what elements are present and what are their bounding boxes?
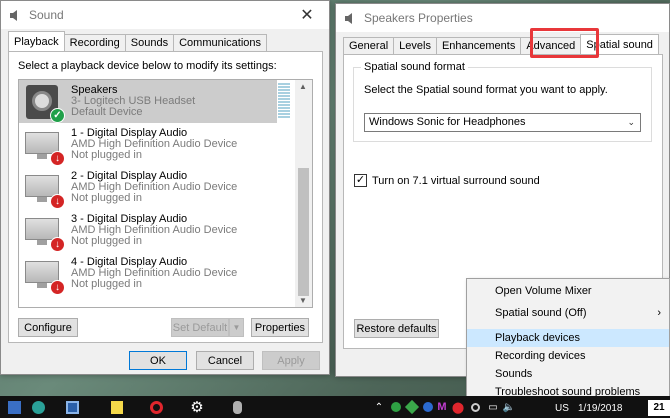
group-title: Spatial sound format <box>361 61 468 73</box>
chevron-down-icon: ⌄ <box>627 117 635 127</box>
close-button[interactable]: ✕ <box>285 1 329 29</box>
sound-titlebar[interactable]: Sound ✕ <box>1 1 329 29</box>
tray-app-icon[interactable]: ⬤ <box>449 398 467 416</box>
volume-icon[interactable]: 🔈 <box>500 398 518 416</box>
device-status: Not plugged in <box>71 235 142 247</box>
list-item[interactable]: ✓ Speakers 3- Logitech USB Headset Default … <box>19 80 277 123</box>
menu-recording-devices[interactable]: Recording devices <box>467 347 669 365</box>
device-status: Not plugged in <box>71 149 142 161</box>
monitor-device-icon: ↓ <box>24 126 65 166</box>
configure-button[interactable]: Configure <box>18 318 78 337</box>
level-meter <box>278 83 290 119</box>
spatial-sound-highlight <box>530 28 599 58</box>
device-list-scrollbar[interactable]: ▲ ▼ <box>295 80 312 307</box>
list-item[interactable]: ↓ 1 - Digital Display Audio AMD High Defin… <box>19 123 277 166</box>
unplugged-arrow-icon: ↓ <box>50 279 65 295</box>
spatial-format-group: Spatial sound format Select the Spatial … <box>353 61 652 142</box>
menu-spatial-sound-label: Spatial sound (Off) <box>495 307 587 319</box>
tab-recording[interactable]: Recording <box>63 34 126 52</box>
taskbar-app-icon[interactable] <box>5 398 23 416</box>
settings-icon[interactable]: ⚙ <box>188 398 206 416</box>
speakers-tabs: General Levels Enhancements Advanced Spa… <box>343 34 659 55</box>
set-default-button[interactable]: Set Default <box>171 318 229 337</box>
list-item[interactable]: ↓ 3 - Digital Display Audio AMD High Defin… <box>19 209 277 252</box>
language-indicator[interactable]: US <box>555 403 569 414</box>
opera-icon[interactable] <box>147 398 165 416</box>
menu-open-volume-mixer[interactable]: Open Volume Mixer <box>467 282 669 300</box>
device-list: ✓ Speakers 3- Logitech USB Headset Default … <box>18 79 313 308</box>
tray-chevron-up-icon[interactable]: ⌃ <box>370 398 388 416</box>
restore-defaults-button[interactable]: Restore defaults <box>354 319 439 338</box>
taskbar-app-icon[interactable] <box>228 398 246 416</box>
checkbox-label: Turn on 7.1 virtual surround sound <box>372 174 540 187</box>
spatial-format-select[interactable]: Windows Sonic for Headphones ⌄ <box>364 113 641 132</box>
group-description: Select the Spatial sound format you want… <box>364 84 608 96</box>
sound-context-menu: Open Volume Mixer Spatial sound (Off) › … <box>466 278 670 400</box>
list-item[interactable]: ↓ 4 - Digital Display Audio AMD High Defin… <box>19 252 277 295</box>
sound-window: Sound ✕ Playback Recording Sounds Commun… <box>0 0 330 375</box>
device-status: Not plugged in <box>71 192 142 204</box>
scroll-thumb[interactable] <box>298 168 309 296</box>
unplugged-arrow-icon: ↓ <box>50 236 65 252</box>
cancel-button[interactable]: Cancel <box>196 351 254 370</box>
surround-checkbox[interactable]: ✓ <box>354 174 367 187</box>
sticky-notes-icon[interactable] <box>108 398 126 416</box>
tab-enhancements[interactable]: Enhancements <box>435 37 522 55</box>
properties-button[interactable]: Properties <box>251 318 309 337</box>
virtualbox-icon[interactable] <box>63 398 81 416</box>
notification-count: 21 <box>653 402 665 413</box>
sound-tabs: Playback Recording Sounds Communications <box>8 31 268 52</box>
scroll-up-arrow[interactable]: ▲ <box>299 82 307 91</box>
monitor-device-icon: ↓ <box>24 212 65 252</box>
menu-spatial-sound[interactable]: Spatial sound (Off) › <box>467 304 669 322</box>
speaker-icon <box>343 11 357 25</box>
list-item[interactable]: ↓ 2 - Digital Display Audio AMD High Defin… <box>19 166 277 209</box>
taskbar: ⚙ ⌃ M ⬤ ▭ 🔈 US 1/19/2018 21 <box>0 396 670 418</box>
default-check-icon: ✓ <box>50 107 65 123</box>
speakers-titlebar[interactable]: Speakers Properties <box>336 4 669 32</box>
chevron-right-icon: › <box>657 307 661 319</box>
tray-app-icon[interactable] <box>466 398 484 416</box>
tab-communications[interactable]: Communications <box>173 34 268 52</box>
unplugged-arrow-icon: ↓ <box>50 150 65 166</box>
clock-date[interactable]: 1/19/2018 <box>578 403 623 414</box>
menu-playback-devices[interactable]: Playback devices <box>467 329 669 347</box>
window-title: Speakers Properties <box>364 11 473 25</box>
speaker-device-icon: ✓ <box>24 83 65 123</box>
unplugged-arrow-icon: ↓ <box>50 193 65 209</box>
window-title: Sound <box>29 8 64 22</box>
device-status: Default Device <box>71 106 143 118</box>
tab-sounds[interactable]: Sounds <box>124 34 175 52</box>
playback-panel: Select a playback device below to modify… <box>8 51 323 343</box>
chevron-down-icon: ▼ <box>232 323 241 332</box>
notification-badge[interactable]: 21 <box>648 400 670 416</box>
surround-checkbox-row[interactable]: ✓ Turn on 7.1 virtual surround sound <box>354 174 540 187</box>
tab-general[interactable]: General <box>343 37 395 55</box>
taskbar-app-icon[interactable] <box>29 398 47 416</box>
select-value: Windows Sonic for Headphones <box>369 116 526 128</box>
menu-sounds[interactable]: Sounds <box>467 365 669 383</box>
monitor-device-icon: ↓ <box>24 255 65 295</box>
ok-button[interactable]: OK <box>129 351 187 370</box>
monitor-device-icon: ↓ <box>24 169 65 209</box>
speaker-icon <box>8 8 22 22</box>
tab-playback[interactable]: Playback <box>8 31 65 52</box>
apply-button[interactable]: Apply <box>262 351 320 370</box>
instruction-text: Select a playback device below to modify… <box>18 60 277 72</box>
tab-levels[interactable]: Levels <box>393 37 437 55</box>
set-default-dropdown[interactable]: ▼ <box>229 318 244 337</box>
scroll-down-arrow[interactable]: ▼ <box>299 296 307 305</box>
device-status: Not plugged in <box>71 278 142 290</box>
